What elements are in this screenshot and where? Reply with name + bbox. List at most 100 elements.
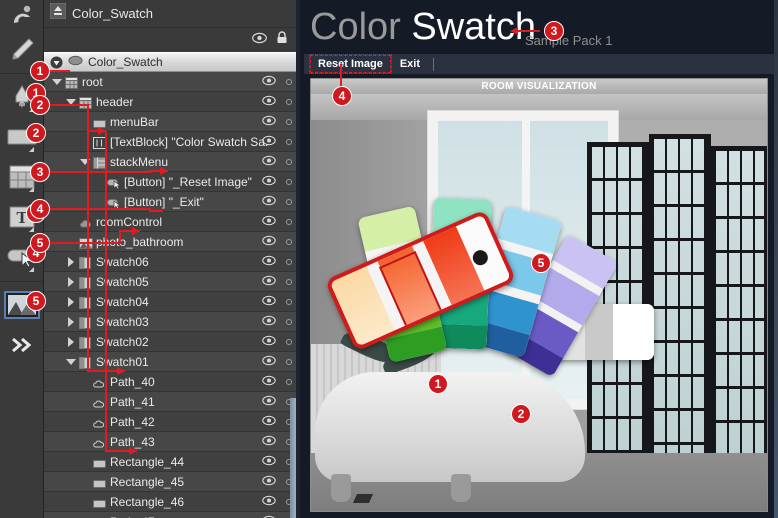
eye-icon[interactable] [262,73,276,91]
eye-icon[interactable] [262,293,276,311]
rectangle-tool[interactable]: 2 [0,117,46,157]
tree-row[interactable]: [TextBlock] "Color Swatch Sa. [44,132,296,152]
eye-icon[interactable] [262,393,276,411]
tree-vertical-scrollbar[interactable] [290,398,296,518]
chevron-down-icon[interactable] [50,56,63,69]
tool-expand-corner[interactable] [29,147,34,152]
lock-dot-icon[interactable] [286,359,292,365]
chevron-down-icon[interactable] [52,76,63,87]
color-swatch-fan[interactable] [311,94,767,511]
lock-icon[interactable] [276,31,288,49]
eye-icon[interactable] [262,253,276,271]
tree-row-toggles [262,232,292,252]
tool-expand-corner[interactable] [29,267,34,272]
eye-icon[interactable] [262,273,276,291]
chevron-right-icon[interactable] [66,276,77,287]
eye-icon[interactable] [262,353,276,371]
tree-row[interactable]: Swatch03 [44,312,296,332]
app-title-part1: Color [310,6,412,48]
tool-expand-corner[interactable] [29,187,34,192]
tree-row[interactable]: Swatch02 [44,332,296,352]
eye-icon[interactable] [262,373,276,391]
toolbar-group-media: 5 [0,282,46,369]
eye-icon[interactable] [262,173,276,191]
eye-icon[interactable] [262,493,276,511]
lock-dot-icon[interactable] [286,159,292,165]
reset-image-menu-button[interactable]: Reset Image [309,54,392,74]
exit-menu-button[interactable]: Exit [393,56,427,72]
chevron-down-icon[interactable] [66,356,77,367]
tree-row-label: root [82,74,103,89]
eye-icon[interactable] [262,413,276,431]
eye-icon[interactable] [262,113,276,131]
tree-row[interactable]: header [44,92,296,112]
tree-row-toggles [262,312,292,332]
lock-dot-icon[interactable] [286,199,292,205]
eye-icon[interactable] [262,153,276,171]
lock-dot-icon[interactable] [286,139,292,145]
eye-icon[interactable] [262,93,276,111]
lock-dot-icon[interactable] [286,179,292,185]
application-window: 1 2 T 4 5 Color_Swatch Color_Swatch root… [0,0,778,518]
image-tool[interactable]: 5 [0,285,46,325]
eye-icon[interactable] [262,433,276,451]
photo-area[interactable] [311,94,767,511]
more-tools-button[interactable] [0,325,44,365]
chevron-right-icon[interactable] [66,336,77,347]
eye-icon[interactable] [262,133,276,151]
magnet-tool[interactable] [0,3,44,29]
tree-row[interactable]: stackMenu [44,152,296,172]
chevron-right-icon[interactable] [66,316,77,327]
tree-row[interactable]: Path_42 [44,412,296,432]
tree-row[interactable]: Rectangle_46 [44,492,296,512]
lock-dot-icon[interactable] [286,219,292,225]
eye-icon[interactable] [262,333,276,351]
callout-badge-title-3: 3 [544,21,564,41]
tree-root-row[interactable]: Color_Swatch [44,52,296,72]
lock-dot-icon[interactable] [286,79,292,85]
tree-row[interactable]: Swatch05 [44,272,296,292]
lock-dot-icon[interactable] [286,299,292,305]
lock-dot-icon[interactable] [286,379,292,385]
lock-dot-icon[interactable] [286,99,292,105]
tree-row[interactable]: roomControl [44,212,296,232]
chevron-down-icon[interactable] [80,156,91,167]
eye-icon[interactable] [262,213,276,231]
eye-icon[interactable] [262,233,276,251]
tree-row[interactable]: Path_40 [44,372,296,392]
chevron-down-icon[interactable] [66,96,77,107]
lock-dot-icon[interactable] [286,279,292,285]
lock-dot-icon[interactable] [286,259,292,265]
tree-row[interactable]: root [44,72,296,92]
lock-dot-icon[interactable] [286,239,292,245]
tree-row[interactable]: Rectangle_44 [44,452,296,472]
chevron-right-icon[interactable] [66,256,77,267]
lock-dot-icon[interactable] [286,339,292,345]
tool-expand-corner[interactable] [29,227,34,232]
chevron-right-icon[interactable] [66,296,77,307]
tree-row[interactable]: Swatch01 [44,352,296,372]
tree-row[interactable]: Swatch04 [44,292,296,312]
button-icon [107,196,121,209]
tree-row[interactable]: photo_bathroom [44,232,296,252]
eye-icon[interactable] [262,313,276,331]
tree-row[interactable]: Rectangle_45 [44,472,296,492]
tree-row[interactable]: Path_43 [44,432,296,452]
tree-row[interactable]: Path_41 [44,392,296,412]
tree-row[interactable]: [Button] "_Reset Image" [44,172,296,192]
eye-icon[interactable] [262,513,276,518]
eye-shape-icon[interactable] [68,53,83,71]
eye-icon[interactable] [262,453,276,471]
eye-icon[interactable] [262,473,276,491]
eye-icon[interactable] [262,193,276,211]
tree-row[interactable]: Path_47 [44,512,296,518]
eye-icon[interactable] [252,31,267,49]
tree-row[interactable]: Swatch06 [44,252,296,272]
tree-row-label: roomControl [96,214,163,229]
tree-row[interactable]: menuBar [44,112,296,132]
lock-dot-icon[interactable] [286,119,292,125]
tree-row-toggles [262,172,292,192]
lock-dot-icon[interactable] [286,319,292,325]
tree-row[interactable]: [Button] "_Exit" [44,192,296,212]
